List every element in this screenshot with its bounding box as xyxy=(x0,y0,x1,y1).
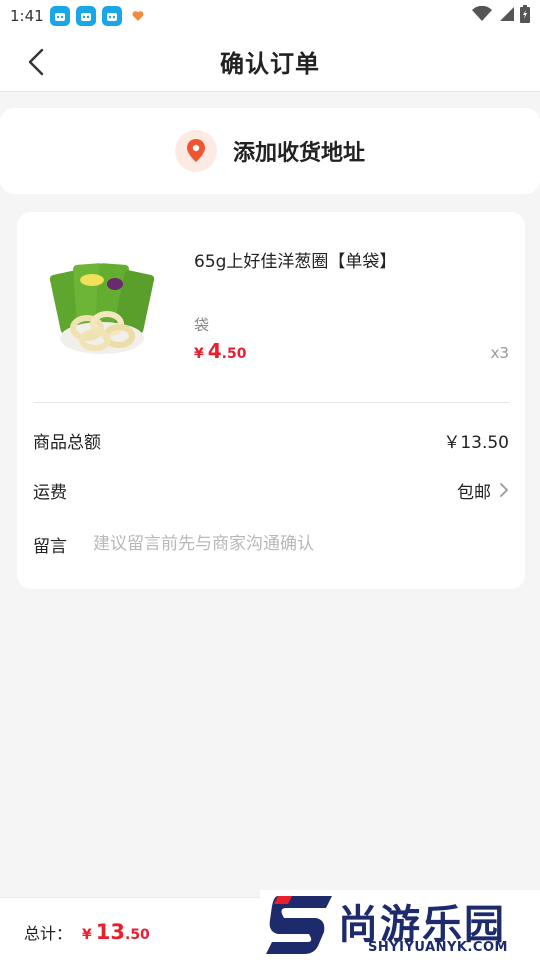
shipping-value-text: 包邮 xyxy=(457,482,491,503)
page-title: 确认订单 xyxy=(220,50,320,78)
app-icon xyxy=(49,6,70,26)
shipping-label: 运费 xyxy=(33,482,67,503)
chevron-right-icon xyxy=(500,483,508,497)
battery-icon xyxy=(520,5,530,27)
watermark-url: SHYIYUANYK.COM xyxy=(368,940,508,955)
status-time: 1:41 xyxy=(10,7,44,25)
heart-app-icon xyxy=(128,6,148,26)
product-name: 65g上好佳洋葱圈【单袋】 xyxy=(194,252,397,272)
price-currency: ¥ xyxy=(194,346,204,362)
product-image xyxy=(47,252,157,362)
watermark-logo: 尚游乐园 SHYIYUANYK.COM xyxy=(260,890,540,960)
status-left: 1:41 xyxy=(10,6,148,26)
app-icon xyxy=(101,6,122,26)
price-integer: 4 xyxy=(207,339,222,363)
order-total-price: ¥ 13 .50 xyxy=(82,920,150,944)
order-total-label: 总计： xyxy=(24,924,73,943)
signal-icon xyxy=(498,6,514,26)
note-row: 留言 xyxy=(33,530,509,558)
header: 确认订单 xyxy=(0,32,540,92)
status-right xyxy=(472,5,530,27)
goods-total-value: ￥13.50 xyxy=(443,432,509,453)
product-quantity: x3 xyxy=(490,344,509,362)
price-currency: ¥ xyxy=(82,927,92,943)
shipping-value: 包邮 xyxy=(457,478,509,503)
goods-total-row: 商品总额 ￥13.50 xyxy=(33,426,509,454)
product-item[interactable]: 65g上好佳洋葱圈【单袋】 袋 ¥ 4 .50 x3 xyxy=(17,212,525,402)
status-bar: 1:41 xyxy=(0,0,540,32)
wifi-icon xyxy=(472,5,492,26)
add-address-label: 添加收货地址 xyxy=(232,141,365,166)
product-price: ¥ 4 .50 xyxy=(194,339,246,363)
back-button[interactable] xyxy=(18,44,54,80)
price-decimal: .50 xyxy=(221,346,247,362)
order-card: 65g上好佳洋葱圈【单袋】 袋 ¥ 4 .50 x3 商品总额 ￥13.50 运… xyxy=(17,212,525,589)
price-integer: 13 xyxy=(95,920,125,944)
product-spec: 袋 xyxy=(194,316,210,334)
chevron-left-icon xyxy=(28,48,44,76)
note-input[interactable] xyxy=(93,534,473,554)
app-icon xyxy=(75,6,96,26)
divider xyxy=(33,402,509,403)
shipping-row[interactable]: 运费 包邮 xyxy=(33,476,509,504)
watermark-s-logo-icon xyxy=(266,896,332,954)
note-label: 留言 xyxy=(33,536,67,557)
price-decimal: .50 xyxy=(125,927,150,943)
goods-total-label: 商品总额 xyxy=(33,432,101,453)
location-pin-icon xyxy=(174,130,217,172)
add-address-button[interactable]: 添加收货地址 xyxy=(0,108,540,194)
order-total: 总计： ¥ 13 .50 xyxy=(24,920,150,944)
